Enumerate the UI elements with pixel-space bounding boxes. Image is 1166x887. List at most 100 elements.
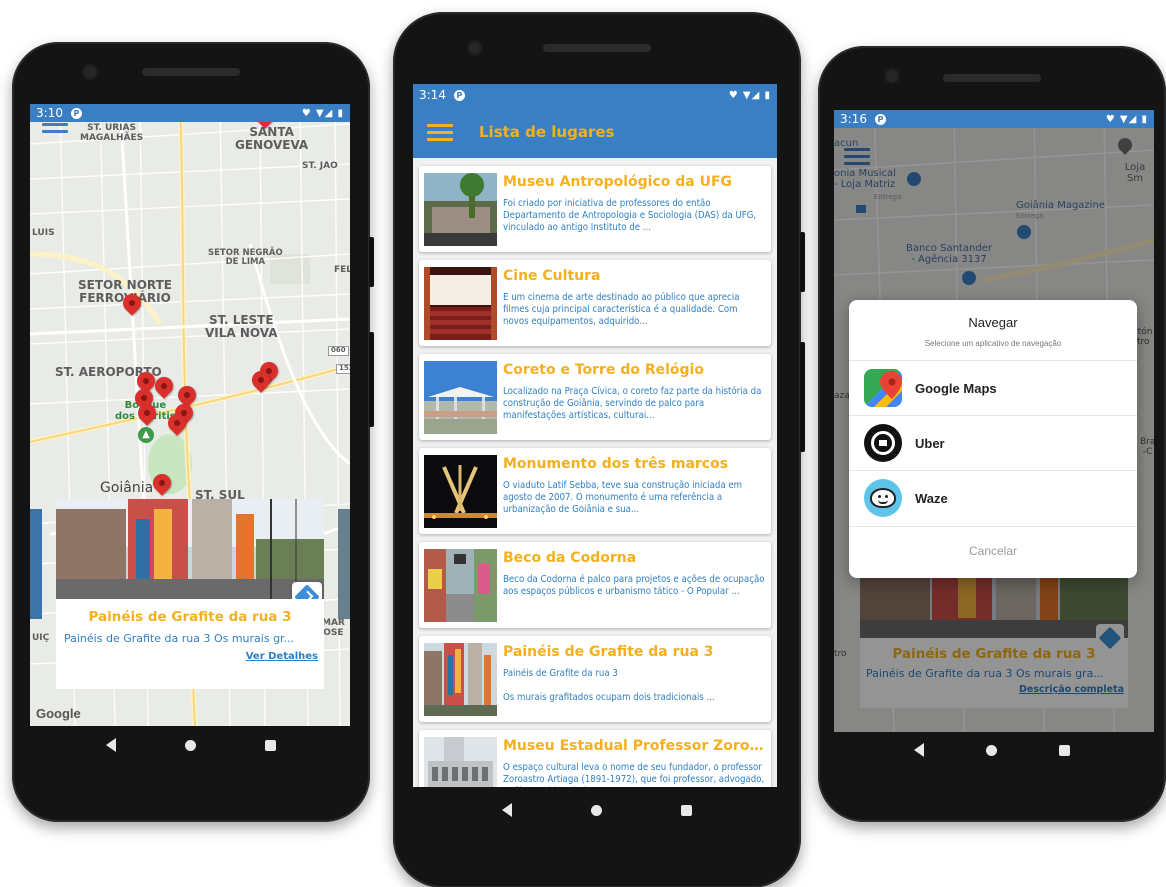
item-description: É um cinema de arte destinado ao público… [503, 292, 740, 327]
list-item[interactable]: Museu Estadual Professor Zoroast... O es… [419, 730, 771, 787]
status-time: 3:14 [419, 88, 446, 102]
map-label: MAR OSE [322, 618, 345, 638]
map-label: Goiânia [100, 480, 154, 496]
item-title: Museu Estadual Professor Zoroast... [503, 738, 767, 754]
back-icon[interactable] [106, 738, 117, 752]
list-item[interactable]: Cine Cultura É um cinema de arte destina… [419, 260, 771, 346]
earpiece [543, 44, 651, 52]
option-google-maps[interactable]: Google Maps [849, 360, 1137, 415]
map-label: UIÇ [32, 633, 50, 643]
list-screen: 3:14 P ♥ ▼◢ ▮ Lista de lugares Museu Ant… [413, 84, 777, 787]
app-notification-icon: P [874, 113, 886, 125]
place-card-subtitle: Painéis de Grafite da rua 3 Os murais gr… [64, 632, 295, 645]
graffiti-photo [56, 499, 324, 599]
back-icon[interactable] [914, 743, 924, 757]
status-bar: 3:14 P ♥ ▼◢ ▮ [413, 84, 777, 106]
item-title: Coreto e Torre do Relógio [503, 362, 704, 378]
uber-icon [864, 424, 902, 462]
place-card-title: Painéis de Grafite da rua 3 [88, 609, 292, 625]
front-camera [469, 42, 481, 54]
menu-icon[interactable] [427, 123, 453, 141]
map-label: FEL [334, 265, 350, 275]
status-time: 3:10 [36, 106, 63, 120]
item-description: O viaduto Latif Sebba, teve sua construç… [503, 480, 743, 515]
option-label: Google Maps [915, 380, 997, 396]
list-item[interactable]: Painéis de Grafite da rua 3 Painéis de G… [419, 636, 771, 722]
phone-map: ST. URIAS MAGALHÃES SANTA GENOVEVA ST. J… [12, 42, 374, 822]
app-notification-icon: P [70, 107, 82, 119]
list-item[interactable]: Museu Antropológico da UFG Foi criado po… [419, 166, 771, 252]
carousel-prev-card[interactable] [30, 509, 42, 619]
recents-icon[interactable] [1059, 744, 1070, 756]
home-icon[interactable] [184, 739, 196, 751]
dialog-subtitle: Selecione um aplicativo de navegação [924, 339, 1062, 348]
power-button [369, 237, 374, 287]
road-shield: 153 [336, 364, 350, 374]
item-description: O espaço cultural leva o nome de seu fun… [503, 762, 765, 787]
details-link[interactable]: Ver Detalhes [246, 651, 318, 662]
google-maps-icon [864, 369, 902, 407]
app-title: Lista de lugares [479, 123, 615, 141]
map-label: ST. JAO [302, 161, 338, 171]
status-icons: ♥ ▼◢ ▮ [301, 107, 344, 119]
front-camera [886, 70, 898, 82]
item-title: Monumento dos três marcos [503, 456, 729, 472]
recents-icon[interactable] [680, 804, 692, 816]
place-thumbnail [424, 267, 497, 340]
status-icons: ♥ ▼◢ ▮ [1105, 113, 1148, 125]
home-icon[interactable] [986, 744, 997, 756]
power-button [800, 232, 805, 292]
front-camera [84, 66, 96, 78]
recents-icon[interactable] [264, 739, 276, 751]
waze-icon [864, 479, 902, 517]
item-description: Beco da Codorna é palco para projetos e … [503, 574, 765, 597]
dialog-title: Navegar [968, 315, 1018, 330]
option-waze[interactable]: Waze [849, 470, 1137, 525]
place-thumbnail [424, 361, 497, 434]
place-thumbnail [424, 643, 497, 716]
option-label: Waze [915, 490, 948, 506]
item-title: Cine Cultura [503, 268, 601, 284]
place-photo[interactable] [56, 499, 324, 599]
item-title: Painéis de Grafite da rua 3 [503, 644, 714, 660]
carousel-next-card[interactable] [338, 509, 350, 619]
home-icon[interactable] [590, 804, 602, 816]
map-label: SETOR NEGRÃO DE LIMA [208, 248, 283, 268]
place-thumbnail [424, 737, 497, 787]
map-view[interactable]: ST. URIAS MAGALHÃES SANTA GENOVEVA ST. J… [30, 104, 350, 726]
list-item[interactable]: Beco da Codorna Beco da Codorna é palco … [419, 542, 771, 628]
item-title: Museu Antropológico da UFG [503, 174, 733, 190]
nav-bar [12, 735, 370, 755]
dialog-screen: acun onia Musical - Loja Matriz Entrega … [834, 110, 1154, 732]
place-thumbnail [424, 549, 497, 622]
place-card[interactable]: Painéis de Grafite da rua 3 Painéis de G… [56, 599, 324, 689]
app-notification-icon: P [453, 89, 465, 101]
item-description: Foi criado por iniciativa de professores… [503, 198, 757, 233]
navigation-dialog: Navegar Selecione um aplicativo de naveg… [849, 300, 1137, 578]
item-title: Beco da Codorna [503, 550, 637, 566]
status-bar: 3:10 P ♥ ▼◢ ▮ [30, 104, 350, 122]
list-item[interactable]: Monumento dos três marcos O viaduto Lati… [419, 448, 771, 534]
status-bar: 3:16 P ♥ ▼◢ ▮ [834, 110, 1154, 128]
earpiece [142, 68, 240, 76]
nav-bar [393, 799, 801, 821]
app-bar: Lista de lugares [413, 106, 777, 158]
map-label: LUIS [32, 228, 55, 238]
status-icons: ♥ ▼◢ ▮ [728, 89, 771, 101]
item-description: Painéis de Grafite da rua 3 Os murais gr… [503, 668, 715, 703]
item-description: Localizado na Praça Cívica, o coreto faz… [503, 386, 762, 421]
volume-button [800, 342, 805, 452]
nav-bar [818, 740, 1166, 760]
earpiece [943, 74, 1041, 82]
cancel-button[interactable]: Cancelar [849, 526, 1137, 574]
option-uber[interactable]: Uber [849, 415, 1137, 470]
list-item[interactable]: Coreto e Torre do Relógio Localizado na … [419, 354, 771, 440]
place-thumbnail [424, 455, 497, 528]
map-screen: ST. URIAS MAGALHÃES SANTA GENOVEVA ST. J… [30, 104, 350, 726]
status-time: 3:16 [840, 112, 867, 126]
phone-dialog: acun onia Musical - Loja Matriz Entrega … [818, 46, 1166, 822]
map-label: SANTA GENOVEVA [235, 125, 309, 153]
map-label: ST. URIAS MAGALHÃES [80, 123, 144, 143]
back-icon[interactable] [502, 803, 513, 817]
place-thumbnail [424, 173, 497, 246]
